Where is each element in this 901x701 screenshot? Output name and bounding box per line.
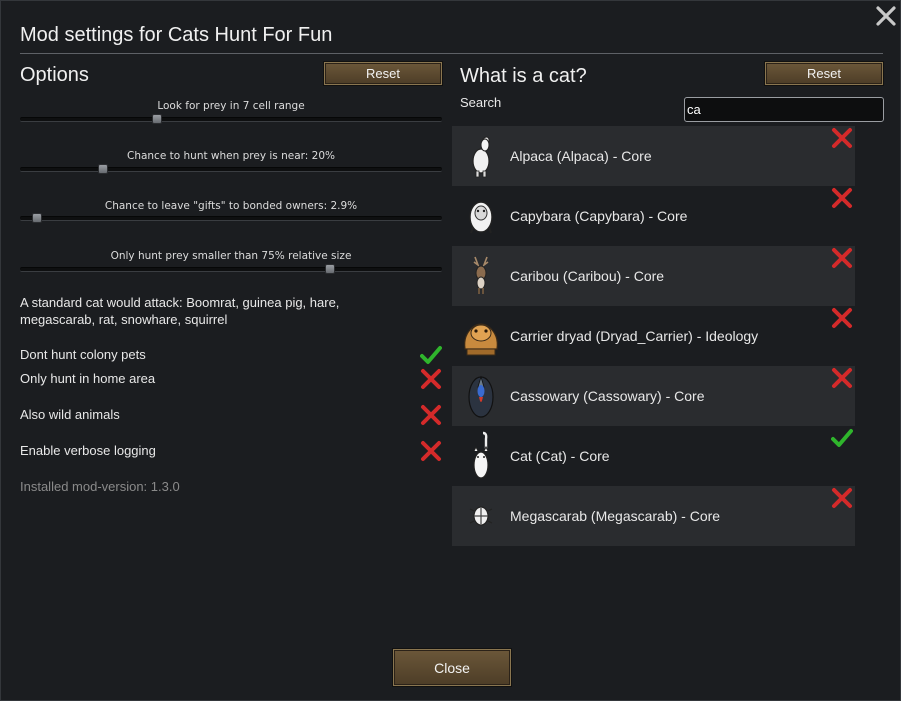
close-button[interactable]: Close [393,649,511,686]
list-item: Megascarab (Megascarab) - Core [452,486,855,546]
animal-list: Alpaca (Alpaca) - Core Capybara (Capybar… [452,126,855,546]
list-item: Cassowary (Cassowary) - Core [452,366,855,426]
carrier-dryad-cat-toggle[interactable] [831,307,853,329]
mod-version-text: Installed mod-version: 1.3.0 [20,479,180,494]
gift-chance-slider-handle[interactable] [32,213,42,223]
animal-name: Carrier dryad (Dryad_Carrier) - Ideology [510,328,759,344]
wild-animals-toggle[interactable] [420,404,442,426]
cross-icon [832,308,852,328]
capybara-icon [469,201,493,234]
cats-reset-button[interactable]: Reset [765,62,883,85]
dialog-title: Mod settings for Cats Hunt For Fun [20,24,333,46]
animal-name: Capybara (Capybara) - Core [510,208,688,224]
cross-icon [421,405,441,425]
search-input[interactable] [684,97,884,122]
cross-icon [832,248,852,268]
prey-range-slider-handle[interactable] [152,114,162,124]
title-divider [20,53,883,54]
animal-name: Caribou (Caribou) - Core [510,268,665,284]
capybara-cat-toggle[interactable] [831,187,853,209]
cross-icon [421,441,441,461]
checkmark-icon [420,346,442,364]
gift-chance-slider[interactable] [20,213,442,223]
cat-cat-toggle[interactable] [831,427,853,449]
animal-name: Megascarab (Megascarab) - Core [510,508,721,524]
verbose-logging-label: Enable verbose logging [20,443,156,458]
hunt-chance-slider[interactable] [20,164,442,174]
megascarab-cat-toggle[interactable] [831,487,853,509]
hunt-chance-slider-handle[interactable] [98,164,108,174]
animal-name: Cat (Cat) - Core [510,448,610,464]
wild-animals-label: Also wild animals [20,407,120,422]
cat-icon [473,431,489,479]
search-label: Search [460,95,502,110]
caribou-icon [473,256,489,294]
alpaca-cat-toggle[interactable] [831,127,853,149]
animal-name: Alpaca (Alpaca) - Core [510,148,652,164]
list-item: Cat (Cat) - Core [452,426,855,486]
checkmark-icon [831,429,853,447]
cross-icon [832,188,852,208]
cassowary-icon [468,375,494,418]
dont-hunt-pets-label: Dont hunt colony pets [20,347,146,362]
carrier-dryad-icon [464,323,498,356]
dont-hunt-pets-toggle[interactable] [420,344,442,366]
cross-icon [832,128,852,148]
list-item: Carrier dryad (Dryad_Carrier) - Ideology [452,306,855,366]
list-item: Alpaca (Alpaca) - Core [452,126,855,186]
cross-icon [421,369,441,389]
alpaca-icon [472,136,490,178]
options-reset-button[interactable]: Reset [324,62,442,85]
mod-settings-dialog: Mod settings for Cats Hunt For Fun Optio… [0,0,901,701]
megascarab-icon [469,506,493,526]
attack-description: A standard cat would attack: Boomrat, gu… [20,295,340,327]
close-icon[interactable] [873,3,899,29]
prey-range-slider[interactable] [20,114,442,124]
prey-range-label: Look for prey in 7 cell range [157,100,305,112]
cassowary-cat-toggle[interactable] [831,367,853,389]
prey-size-label: Only hunt prey smaller than 75% relative… [110,250,352,262]
cross-icon [832,368,852,388]
cross-icon [832,488,852,508]
prey-size-slider[interactable] [20,264,442,274]
hunt-chance-label: Chance to hunt when prey is near: 20% [126,150,336,162]
list-item: Caribou (Caribou) - Core [452,246,855,306]
list-item: Capybara (Capybara) - Core [452,186,855,246]
home-area-toggle[interactable] [420,368,442,390]
options-title: Options [20,64,89,86]
cats-title: What is a cat? [460,65,587,87]
gift-chance-label: Chance to leave "gifts" to bonded owners… [104,200,358,212]
prey-size-slider-handle[interactable] [325,264,335,274]
verbose-logging-toggle[interactable] [420,440,442,462]
animal-name: Cassowary (Cassowary) - Core [510,388,705,404]
home-area-label: Only hunt in home area [20,371,156,386]
caribou-cat-toggle[interactable] [831,247,853,269]
